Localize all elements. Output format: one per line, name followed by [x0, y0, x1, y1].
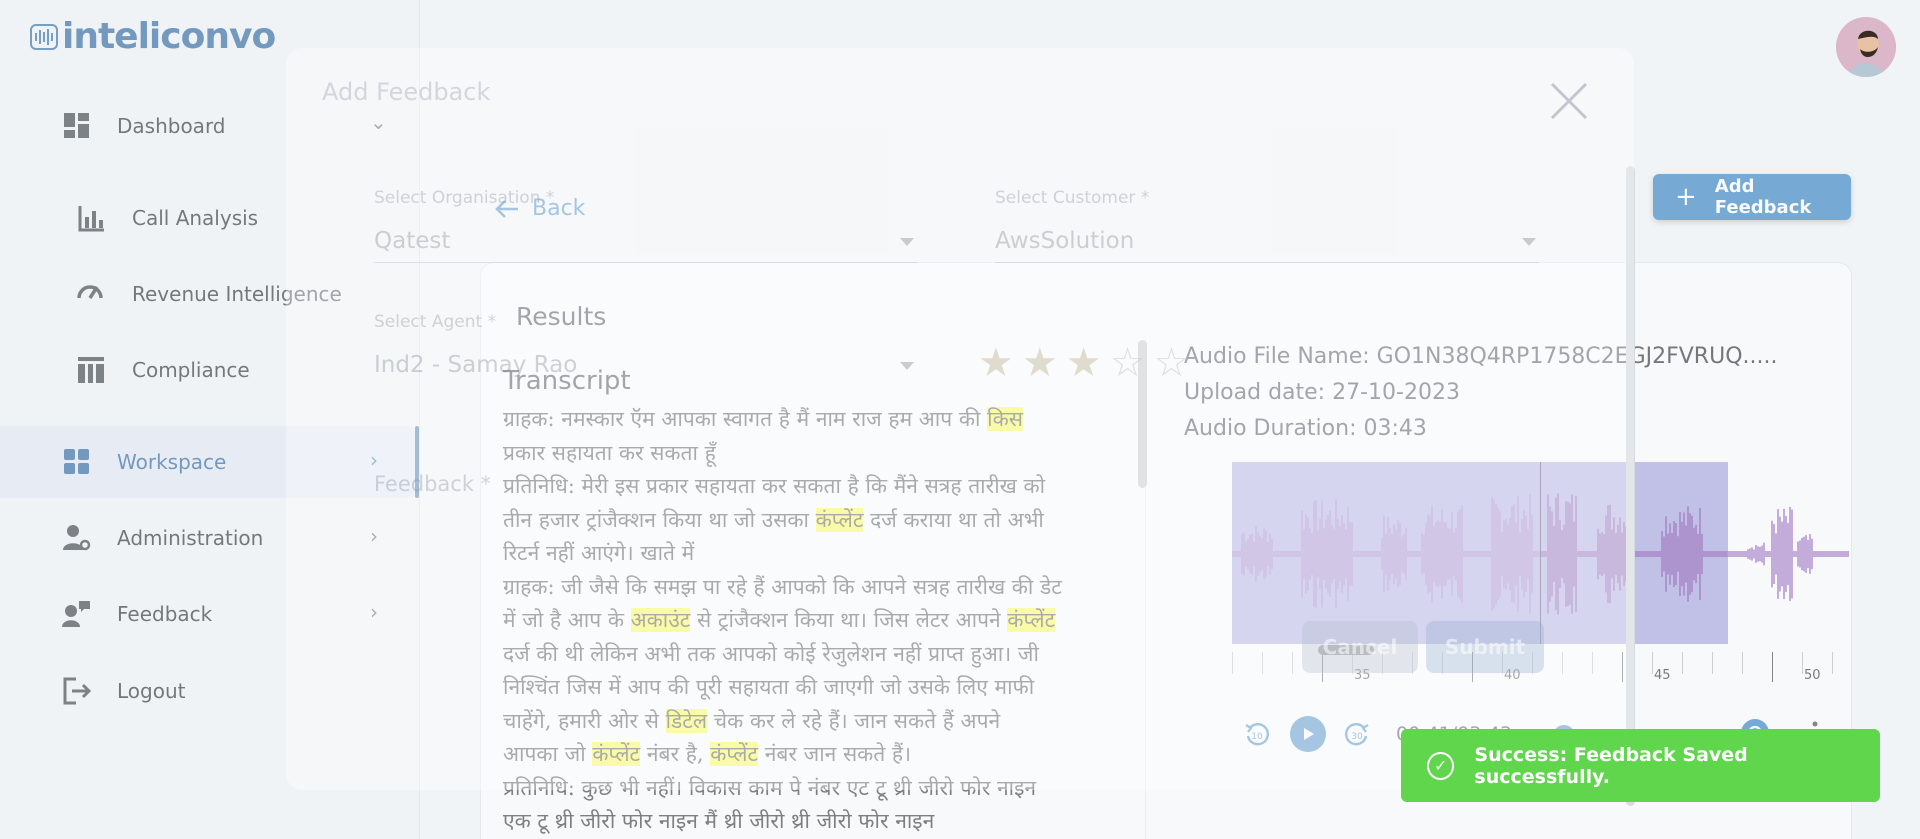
star-icon[interactable]: ★	[1066, 340, 1102, 386]
chevron-down-icon	[1522, 238, 1536, 246]
star-icon[interactable]: ☆	[1110, 340, 1146, 386]
feedback-label: Feedback *	[374, 472, 492, 496]
toast-message: Success: Feedback Saved successfully.	[1474, 743, 1748, 788]
success-toast: ✓ Success: Feedback Saved successfully.	[1401, 729, 1880, 802]
star-icon[interactable]: ★	[1022, 340, 1058, 386]
agent-label: Select Agent *	[374, 312, 497, 332]
chevron-down-icon	[900, 362, 914, 370]
customer-underline	[995, 262, 1539, 263]
avatar-image	[1836, 17, 1896, 77]
user-avatar[interactable]	[1836, 17, 1896, 77]
chevron-down-icon	[900, 238, 914, 246]
add-feedback-modal	[286, 48, 1634, 790]
check-circle-icon: ✓	[1427, 751, 1455, 780]
modal-title: Add Feedback	[322, 78, 491, 106]
star-rating[interactable]: ★ ★ ★ ☆ ☆	[978, 340, 1189, 386]
agent-select[interactable]: Ind2 - Samay Rao	[374, 352, 577, 378]
organisation-select[interactable]: Qatest	[374, 228, 450, 254]
customer-select[interactable]: AwsSolution	[995, 228, 1134, 254]
submit-button[interactable]: Submit	[1426, 621, 1544, 673]
organisation-label: Select Organisation *	[374, 188, 555, 208]
close-icon[interactable]	[1548, 80, 1590, 122]
customer-label: Select Customer *	[995, 188, 1150, 208]
star-icon[interactable]: ★	[978, 340, 1014, 386]
cancel-button[interactable]: Cancel	[1302, 621, 1418, 673]
star-icon[interactable]: ☆	[1153, 340, 1189, 386]
organisation-underline	[374, 262, 918, 263]
